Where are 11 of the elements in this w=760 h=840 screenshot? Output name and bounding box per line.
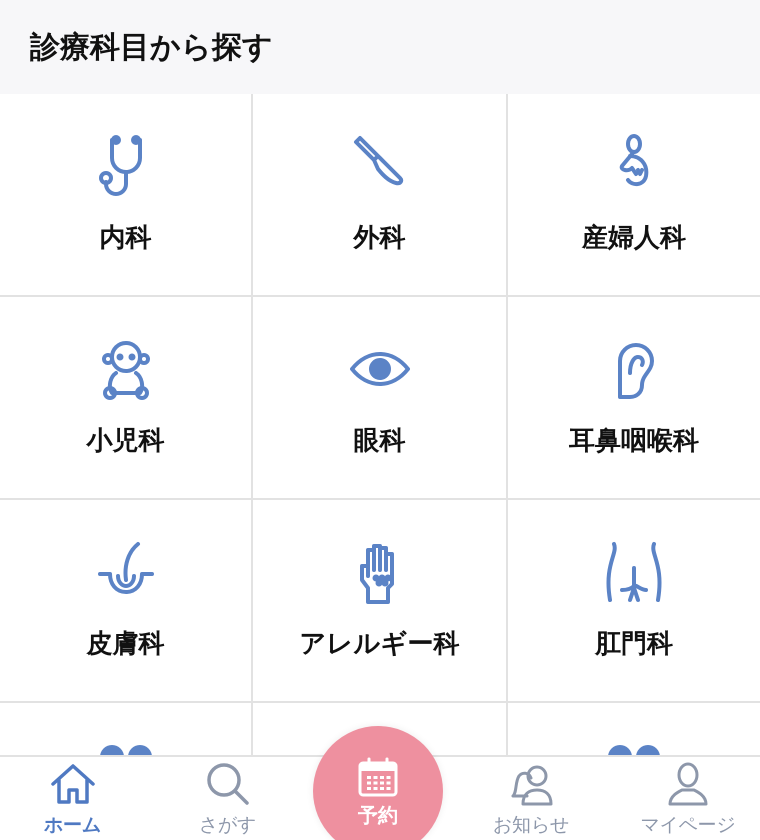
department-tile[interactable]: 外科	[253, 94, 508, 297]
department-tile[interactable]: アレルギー科	[253, 500, 508, 703]
department-tile[interactable]: 皮膚科	[0, 500, 253, 703]
tab-item[interactable]: ホーム	[0, 757, 145, 840]
department-tile[interactable]: 耳鼻咽喉科	[508, 297, 760, 500]
department-tile[interactable]: 産婦人科	[508, 94, 760, 297]
department-tile[interactable]: 肛門科	[508, 500, 760, 703]
department-tile[interactable]: 小児科	[0, 297, 253, 500]
page-title: 診療科目から探す	[30, 28, 273, 66]
department-tile[interactable]: 眼科	[253, 297, 508, 500]
department-tile[interactable]: 内科	[0, 94, 253, 297]
